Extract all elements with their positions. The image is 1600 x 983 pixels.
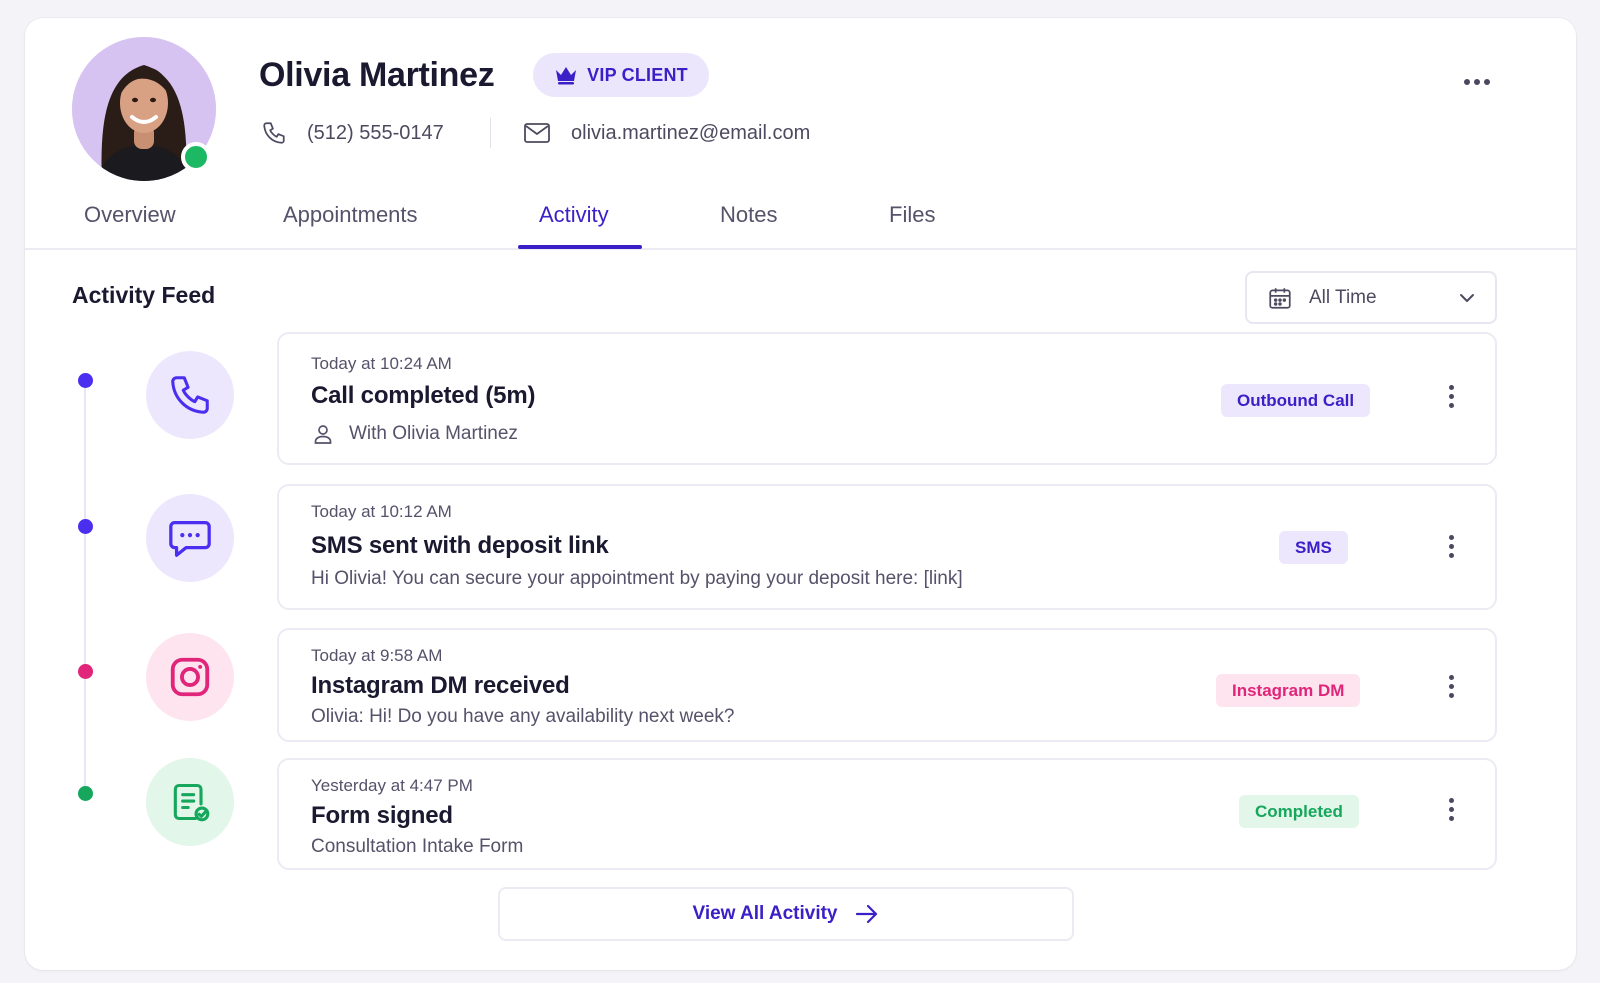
tab-overview[interactable]: Overview	[84, 200, 176, 230]
client-profile-card: Olivia Martinez VIP CLIENT (512) 555-014…	[25, 18, 1576, 970]
tab-bar: Overview Appointments Activity Notes Fil…	[25, 188, 1576, 250]
tab-activity[interactable]: Activity	[539, 200, 609, 230]
activity-time: Yesterday at 4:47 PM	[311, 776, 473, 795]
filter-value: All Time	[1309, 286, 1377, 308]
activity-item[interactable]: Today at 10:12 AM SMS sent with deposit …	[277, 484, 1497, 610]
item-menu-button[interactable]	[1439, 530, 1463, 562]
contact-divider	[490, 118, 491, 148]
activity-item[interactable]: Today at 10:24 AM Call completed (5m) Wi…	[277, 332, 1497, 465]
dot	[1474, 79, 1480, 85]
activity-type-badge: Completed	[1239, 795, 1359, 828]
activity-subtitle: Hi Olivia! You can secure your appointme…	[311, 568, 963, 589]
item-menu-button[interactable]	[1439, 380, 1463, 412]
view-all-activity-button[interactable]: View All Activity	[498, 887, 1074, 941]
dot	[1448, 683, 1454, 689]
activity-subtitle: Consultation Intake Form	[311, 836, 524, 857]
phone-number: (512) 555-0147	[307, 121, 444, 144]
activity-title: Instagram DM received	[311, 672, 570, 699]
vip-client-label: VIP CLIENT	[587, 64, 688, 85]
client-name: Olivia Martinez	[259, 56, 495, 94]
activity-item[interactable]: Yesterday at 4:47 PM Form signed Consult…	[277, 758, 1497, 870]
phone-icon	[261, 120, 287, 146]
user-icon	[311, 422, 335, 446]
tab-appointments[interactable]: Appointments	[283, 200, 418, 230]
activity-time: Today at 9:58 AM	[311, 646, 443, 665]
active-tab-indicator	[518, 245, 642, 249]
dot	[1448, 815, 1454, 821]
email-contact[interactable]: olivia.martinez@email.com	[523, 116, 810, 150]
activity-title: Call completed (5m)	[311, 382, 536, 409]
activity-subtitle: With Olivia Martinez	[311, 422, 518, 446]
dot	[1464, 79, 1470, 85]
activity-title: Form signed	[311, 802, 453, 829]
chat-icon	[146, 494, 234, 582]
crown-icon	[554, 65, 578, 85]
activity-subtitle: Olivia: Hi! Do you have any availability…	[311, 706, 735, 727]
tab-files[interactable]: Files	[889, 200, 935, 230]
activity-type-badge: SMS	[1279, 531, 1348, 564]
vip-client-badge: VIP CLIENT	[533, 53, 709, 97]
email-address: olivia.martinez@email.com	[571, 121, 811, 144]
dot	[1448, 402, 1454, 408]
item-menu-button[interactable]	[1439, 793, 1463, 825]
item-menu-button[interactable]	[1439, 670, 1463, 702]
time-filter-dropdown[interactable]: All Time	[1245, 271, 1497, 324]
dot	[1448, 552, 1454, 558]
timeline-dot	[78, 519, 93, 534]
activity-title: SMS sent with deposit link	[311, 532, 609, 559]
dot	[1448, 674, 1454, 680]
activity-type-badge: Instagram DM	[1216, 674, 1361, 707]
dot	[1448, 534, 1454, 540]
timeline-dot	[78, 373, 93, 388]
form-signed-icon	[146, 758, 234, 846]
activity-subtitle-text: With Olivia Martinez	[349, 423, 518, 444]
arrow-right-icon	[854, 903, 880, 925]
chevron-down-icon	[1457, 288, 1477, 308]
calendar-icon	[1267, 285, 1293, 311]
phone-contact[interactable]: (512) 555-0147	[261, 116, 444, 150]
dot	[1448, 543, 1454, 549]
instagram-icon	[146, 633, 234, 721]
tab-notes[interactable]: Notes	[720, 200, 777, 230]
timeline-line	[84, 380, 86, 794]
dot	[1448, 806, 1454, 812]
mail-icon	[523, 121, 551, 145]
dot	[1484, 79, 1490, 85]
dot	[1448, 384, 1454, 390]
activity-type-badge: Outbound Call	[1221, 384, 1371, 417]
online-status-indicator	[181, 142, 211, 172]
timeline-dot	[78, 664, 93, 679]
dot	[1448, 797, 1454, 803]
view-all-label: View All Activity	[692, 903, 838, 924]
timeline-dot	[78, 786, 93, 801]
activity-time: Today at 10:12 AM	[311, 502, 452, 521]
phone-icon	[146, 351, 234, 439]
activity-item[interactable]: Today at 9:58 AM Instagram DM received O…	[277, 628, 1497, 742]
dot	[1448, 393, 1454, 399]
more-options-button[interactable]	[1457, 68, 1497, 96]
dot	[1448, 692, 1454, 698]
activity-time: Today at 10:24 AM	[311, 354, 452, 373]
activity-feed-title: Activity Feed	[72, 282, 216, 308]
